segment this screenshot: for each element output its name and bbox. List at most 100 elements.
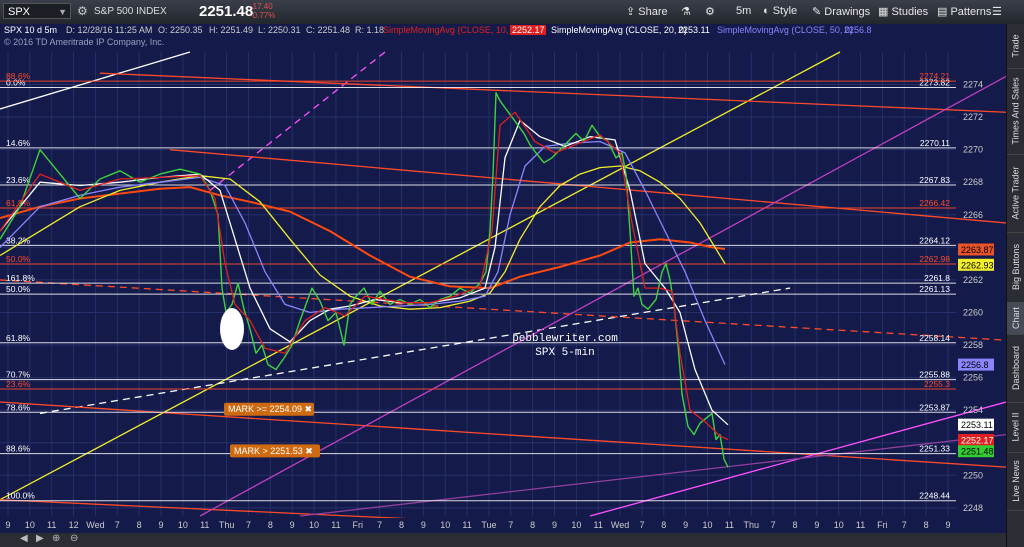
style-icon: ◐ (763, 5, 773, 17)
patterns-label: Patterns (950, 6, 992, 18)
tab-level-ii[interactable]: Level II (1007, 402, 1024, 453)
fib-percent-label: 100.0% (6, 491, 35, 501)
x-tick-label: 12 (69, 520, 79, 530)
fib-percent-label: 61.8% (6, 333, 31, 343)
x-tick-label: 11 (856, 520, 865, 530)
settings-icon[interactable]: ⚙ (705, 5, 715, 18)
x-tick-label: 10 (440, 520, 450, 530)
time-axis[interactable]: 9 10 11 12 Wed 7 8 9 10 11 Thu 7 8 9 10 11 Fri 7 8 9 10 11 Tue… (0, 518, 1006, 533)
x-tick-label: 10 (703, 520, 713, 530)
pencil-icon: ✎ (812, 6, 825, 18)
share-button[interactable]: ⇪ Share (626, 5, 668, 18)
bar-close: C: 2251.48 (306, 25, 350, 35)
x-tick-label: 8 (268, 520, 273, 530)
tab-live-news-label: Live News (1011, 460, 1022, 502)
bar-open: O: 2250.35 (158, 25, 203, 35)
copyright-text: © 2016 TD Ameritrade IP Company, Inc. (4, 37, 164, 47)
studies-icon: ▦ (878, 6, 892, 18)
tab-dashboard[interactable]: Dashboard (1007, 334, 1024, 403)
x-tick-label: 11 (200, 520, 209, 530)
scroll-left-icon[interactable]: ◀ (20, 533, 28, 544)
x-tick-label: 9 (683, 520, 688, 530)
price-chart[interactable]: 0.0% 2273.8214.6% 2270.1123.6% 2267.8338.2%… (0, 24, 1006, 533)
fib-value-label: 2251.33 (919, 444, 950, 454)
x-tick-label: 11 (331, 520, 340, 530)
x-tick-label: 10 (571, 520, 581, 530)
tab-big-buttons[interactable]: Big Buttons (1007, 232, 1024, 303)
tab-trade[interactable]: Trade (1007, 24, 1024, 69)
x-tick-label: 7 (246, 520, 251, 530)
x-tick-label: 8 (661, 520, 666, 530)
watermark-site: pebblewriter.com (512, 333, 618, 345)
symbol-description: S&P 500 INDEX (94, 6, 167, 17)
tab-times-and-sales[interactable]: Times And Sales (1007, 68, 1024, 155)
price-badge-text: 2256.8 (961, 360, 989, 370)
fib-percent-label: 61.8% (6, 198, 31, 208)
zoom-in-icon[interactable]: ⊕ (52, 533, 60, 544)
x-tick-label: 7 (902, 520, 907, 530)
y-tick-label: 2260 (963, 307, 983, 317)
price-badge-text: 2262.93 (961, 260, 994, 270)
drawings-button[interactable]: ✎ Drawings (812, 5, 870, 18)
symbol-period: SPX 10 d 5m (4, 25, 57, 35)
style-label: Style (772, 5, 798, 17)
x-tick-label: 8 (137, 520, 142, 530)
x-tick-label: 8 (399, 520, 404, 530)
alert-label: MARK > 2251.53 ✖ (234, 446, 313, 456)
x-tick-label: 9 (814, 520, 819, 530)
x-tick-label: 7 (115, 520, 120, 530)
x-tick-label: 9 (421, 520, 426, 530)
x-tick-label: 8 (530, 520, 535, 530)
bar-high: H: 2251.49 (209, 25, 253, 35)
zoom-out-icon[interactable]: ⊖ (70, 533, 78, 544)
fib-percent-label: 23.6% (6, 175, 31, 185)
chart-background (0, 24, 1006, 533)
last-price: 2251.48 (199, 3, 254, 20)
symbol-input[interactable]: SPX ▼ (3, 3, 71, 19)
style-button[interactable]: ◐ Style (763, 5, 797, 17)
fib-percent-label: 50.0% (6, 254, 31, 264)
sma20-label: SimpleMovingAvg (CLOSE, 20, 0) (551, 25, 687, 35)
price-change: -17.40 -0.77% (250, 2, 275, 20)
scroll-right-icon[interactable]: ▶ (36, 533, 44, 544)
studies-label: Studies (891, 6, 929, 18)
fib-value-label: 2262.98 (919, 254, 950, 264)
x-tick-label: 10 (309, 520, 319, 530)
fib-value-label: 2270.11 (920, 138, 950, 148)
studies-button[interactable]: ▦ Studies (878, 5, 928, 18)
sma10-label: SimpleMovingAvg (CLOSE, 10, 0) (383, 25, 519, 35)
patterns-icon: ▤ (937, 6, 951, 18)
tab-level-ii-label: Level II (1011, 412, 1021, 442)
y-tick-label: 2248 (963, 503, 983, 513)
sma50-value: 2256.8 (844, 25, 872, 35)
timeframe-button[interactable]: 5m (736, 5, 751, 17)
flask-icon[interactable]: ⚗ (681, 5, 691, 18)
sma50-label: SimpleMovingAvg (CLOSE, 50, 0) (717, 25, 853, 35)
x-tick-label: Thu (743, 520, 759, 530)
sma10-value: 2252.17 (512, 25, 545, 35)
price-badge-text: 2263.87 (961, 245, 994, 255)
tab-chart-label: Chart (1011, 306, 1022, 330)
x-tick-label: 7 (508, 520, 513, 530)
chevron-down-icon[interactable]: ▼ (58, 4, 67, 20)
x-tick-label: 10 (834, 520, 844, 530)
x-tick-label: Fri (353, 520, 364, 530)
fib-percent-label: 88.6% (6, 71, 31, 81)
drawings-label: Drawings (824, 6, 871, 18)
tab-times-and-sales-label: Times And Sales (1011, 77, 1022, 145)
gear-icon[interactable]: ⚙ (77, 4, 88, 18)
tab-chart[interactable]: Chart (1007, 302, 1024, 335)
x-tick-label: Wed (611, 520, 629, 530)
x-tick-label: 11 (725, 520, 734, 530)
x-tick-label: 8 (924, 520, 929, 530)
fib-percent-label: 14.6% (6, 138, 31, 148)
x-tick-label: 8 (792, 520, 797, 530)
tab-live-news[interactable]: Live News (1007, 452, 1024, 511)
tab-active-trader[interactable]: Active Trader (1007, 154, 1024, 233)
x-tick-label: Thu (219, 520, 235, 530)
fib-value-label: 2264.12 (919, 235, 950, 245)
footer-bar: ◀ ▶ ⊕ ⊖ (0, 533, 1006, 547)
menu-icon[interactable]: ☰ (992, 5, 1002, 18)
patterns-button[interactable]: ▤ Patterns (937, 5, 991, 18)
sma20-value: 2253.11 (678, 25, 710, 35)
